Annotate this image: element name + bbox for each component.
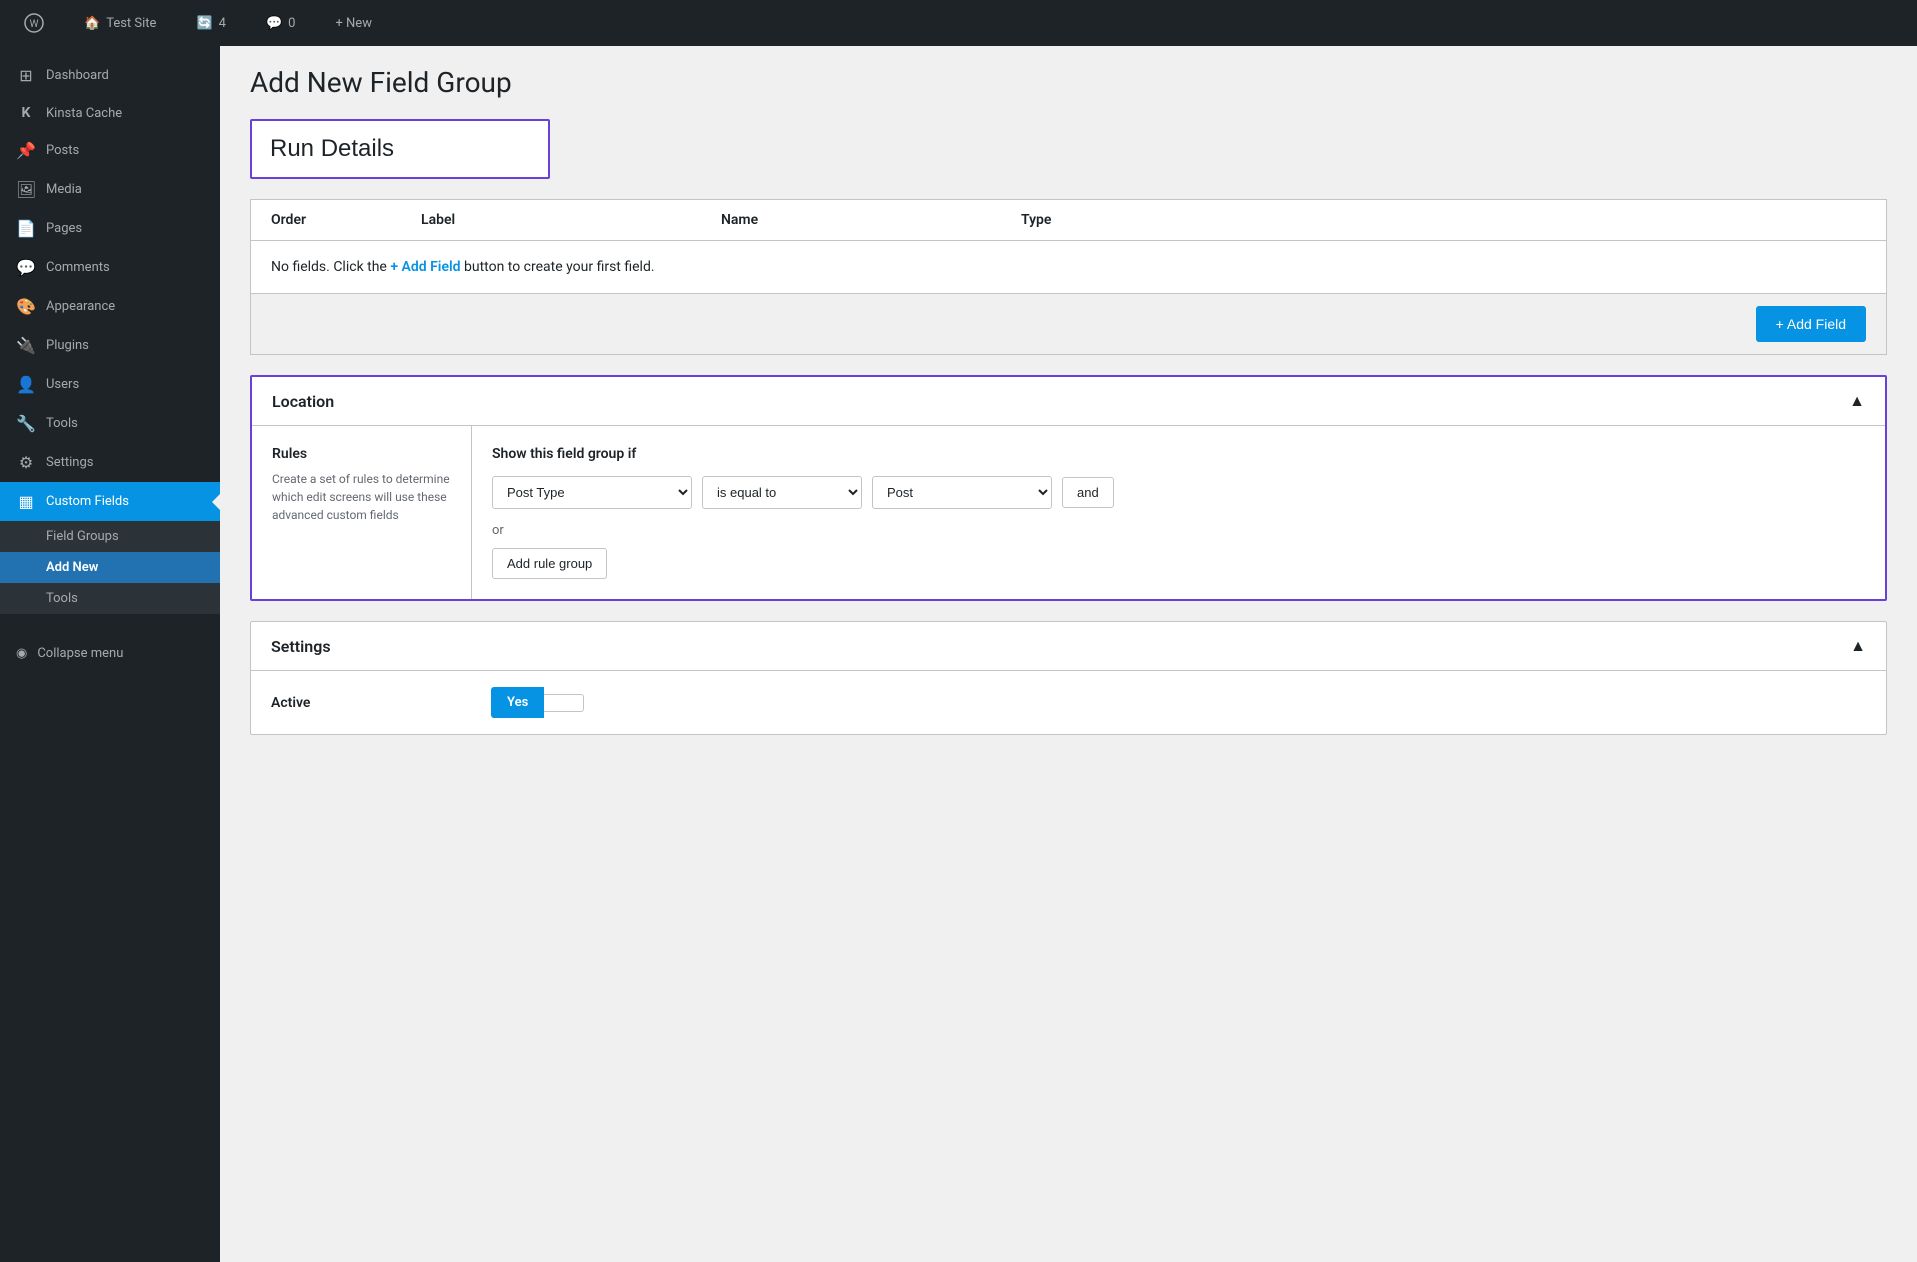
- page-title: Add New Field Group: [250, 66, 1887, 99]
- col-label: Label: [421, 212, 721, 228]
- settings-section: Settings ▲ Active Yes: [250, 621, 1887, 735]
- active-toggle[interactable]: Yes: [491, 687, 584, 718]
- sidebar-item-users[interactable]: 👤 Users: [0, 365, 220, 404]
- sidebar-item-dashboard[interactable]: ⊞ Dashboard: [0, 56, 220, 95]
- add-field-row: + Add Field: [251, 294, 1886, 354]
- active-row: Active Yes: [251, 671, 1886, 734]
- field-title-box: [250, 119, 550, 179]
- location-section: Location ▲ Rules Create a set of rules t…: [250, 375, 1887, 601]
- collapse-icon: ◉: [16, 646, 27, 661]
- add-field-link[interactable]: + Add Field: [390, 259, 460, 275]
- location-title: Location: [272, 392, 334, 411]
- settings-collapse-arrow[interactable]: ▲: [1850, 636, 1866, 656]
- pages-icon: 📄: [16, 219, 36, 238]
- wordpress-icon: W: [24, 13, 44, 33]
- location-body: Rules Create a set of rules to determine…: [252, 426, 1885, 599]
- condition-select[interactable]: is equal to is not equal to: [702, 476, 862, 509]
- location-collapse-arrow[interactable]: ▲: [1849, 391, 1865, 411]
- custom-fields-submenu: Field Groups Add New Tools: [0, 521, 220, 614]
- comments-item[interactable]: 💬 0: [258, 12, 304, 35]
- site-name[interactable]: 🏠 Test Site: [76, 12, 164, 35]
- collapse-menu-button[interactable]: ◉ Collapse menu: [0, 634, 220, 673]
- sidebar-item-posts[interactable]: 📌 Posts: [0, 131, 220, 170]
- media-icon: 🖼: [16, 180, 36, 199]
- sidebar-item-custom-fields[interactable]: ▦ Custom Fields: [0, 482, 220, 521]
- updates-icon: 🔄: [196, 16, 212, 31]
- svg-text:W: W: [30, 19, 39, 30]
- active-label: Active: [271, 695, 491, 711]
- sidebar-item-pages[interactable]: 📄 Pages: [0, 209, 220, 248]
- location-header: Location ▲: [252, 377, 1885, 426]
- and-button[interactable]: and: [1062, 477, 1114, 508]
- show-label: Show this field group if: [492, 446, 1865, 462]
- field-title-input[interactable]: [270, 135, 530, 163]
- value-select[interactable]: Post Page Custom Post Type: [872, 476, 1052, 509]
- kinsta-icon: K: [16, 105, 36, 121]
- location-left: Rules Create a set of rules to determine…: [252, 426, 472, 599]
- settings-title: Settings: [271, 637, 331, 656]
- settings-icon: ⚙: [16, 453, 36, 472]
- sidebar-item-appearance[interactable]: 🎨 Appearance: [0, 287, 220, 326]
- users-icon: 👤: [16, 375, 36, 394]
- fields-empty-message: No fields. Click the + Add Field button …: [251, 241, 1886, 294]
- home-icon: 🏠: [84, 16, 100, 31]
- submenu-tools[interactable]: Tools: [0, 583, 220, 614]
- submenu-field-groups[interactable]: Field Groups: [0, 521, 220, 552]
- add-rule-button[interactable]: Add rule group: [492, 548, 607, 579]
- rules-title: Rules: [272, 446, 451, 462]
- active-arrow: [212, 494, 220, 510]
- sidebar-item-comments[interactable]: 💬 Comments: [0, 248, 220, 287]
- sidebar-item-media[interactable]: 🖼 Media: [0, 170, 220, 209]
- rule-row: Post Type Page Template User Role is equ…: [492, 476, 1865, 509]
- updates-item[interactable]: 🔄 4: [188, 12, 234, 35]
- sidebar-item-tools[interactable]: 🔧 Tools: [0, 404, 220, 443]
- submenu-add-new[interactable]: Add New: [0, 552, 220, 583]
- dashboard-icon: ⊞: [16, 66, 36, 85]
- toggle-yes[interactable]: Yes: [491, 687, 544, 718]
- posts-icon: 📌: [16, 141, 36, 160]
- post-type-select[interactable]: Post Type Page Template User Role: [492, 476, 692, 509]
- or-text: or: [492, 523, 1865, 538]
- col-name: Name: [721, 212, 1021, 228]
- location-right: Show this field group if Post Type Page …: [472, 426, 1885, 599]
- sidebar-item-kinsta[interactable]: K Kinsta Cache: [0, 95, 220, 131]
- tools-icon: 🔧: [16, 414, 36, 433]
- add-field-button[interactable]: + Add Field: [1756, 306, 1866, 342]
- rules-desc: Create a set of rules to determine which…: [272, 470, 451, 524]
- col-order: Order: [271, 212, 421, 228]
- sidebar-item-settings[interactable]: ⚙ Settings: [0, 443, 220, 482]
- col-type: Type: [1021, 212, 1221, 228]
- settings-header: Settings ▲: [251, 622, 1886, 671]
- fields-table: Order Label Name Type No fields. Click t…: [250, 199, 1887, 355]
- table-header: Order Label Name Type: [251, 200, 1886, 241]
- appearance-icon: 🎨: [16, 297, 36, 316]
- comments-icon: 💬: [266, 16, 282, 31]
- wp-logo[interactable]: W: [16, 9, 52, 37]
- toggle-no[interactable]: [544, 694, 584, 712]
- comments-icon: 💬: [16, 258, 36, 277]
- new-item[interactable]: + New: [327, 12, 380, 35]
- plugins-icon: 🔌: [16, 336, 36, 355]
- custom-fields-icon: ▦: [16, 492, 36, 511]
- sidebar-item-plugins[interactable]: 🔌 Plugins: [0, 326, 220, 365]
